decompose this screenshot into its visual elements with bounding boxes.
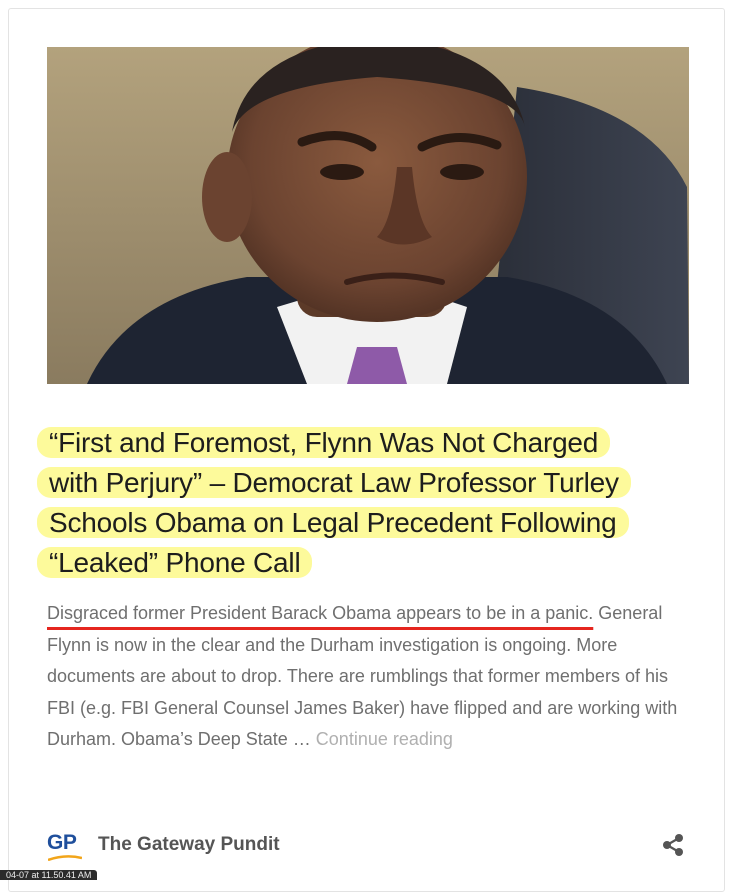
headline-line-2[interactable]: with Perjury” – Democrat Law Professor T… bbox=[37, 467, 631, 498]
article-footer: GP The Gateway Pundit bbox=[47, 829, 687, 863]
article-card[interactable]: “First and Foremost, Flynn Was Not Charg… bbox=[8, 8, 725, 892]
excerpt-lead-sentence: Disgraced former President Barack Obama … bbox=[47, 603, 594, 623]
article-headline[interactable]: “First and Foremost, Flynn Was Not Charg… bbox=[37, 423, 697, 583]
headline-line-4[interactable]: “Leaked” Phone Call bbox=[37, 547, 313, 578]
article-excerpt: Disgraced former President Barack Obama … bbox=[47, 598, 687, 756]
article-image[interactable] bbox=[47, 47, 689, 384]
headline-line-3[interactable]: Schools Obama on Legal Precedent Followi… bbox=[37, 507, 629, 538]
share-icon bbox=[663, 834, 683, 856]
source-logo-text: GP bbox=[47, 831, 77, 854]
screenshot-timestamp: 04-07 at 11.50.41 AM bbox=[0, 870, 98, 880]
continue-reading-link[interactable]: Continue reading bbox=[316, 729, 453, 749]
source-name[interactable]: The Gateway Pundit bbox=[98, 833, 280, 857]
article-image-illustration bbox=[47, 47, 689, 384]
headline-line-1[interactable]: “First and Foremost, Flynn Was Not Charg… bbox=[37, 427, 611, 458]
share-button[interactable] bbox=[659, 831, 687, 859]
source-logo[interactable]: GP bbox=[47, 831, 85, 861]
logo-swoosh-icon bbox=[48, 855, 82, 861]
excerpt-body: General Flynn is now in the clear and th… bbox=[47, 603, 678, 749]
